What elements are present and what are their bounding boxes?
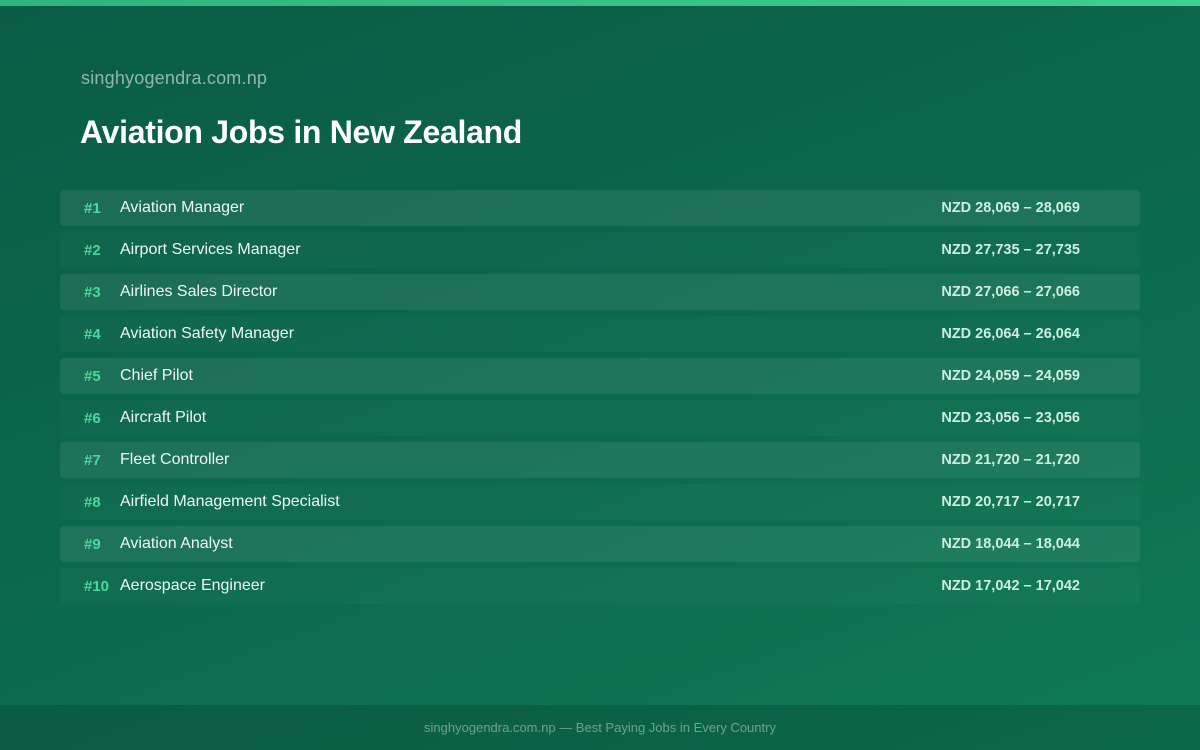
job-title: Airport Services Manager bbox=[120, 241, 301, 258]
job-salary: NZD 18,044 – 18,044 bbox=[941, 536, 1080, 552]
job-row: #9 Aviation Analyst NZD 18,044 – 18,044 bbox=[60, 526, 1140, 562]
job-row: #10 Aerospace Engineer NZD 17,042 – 17,0… bbox=[60, 568, 1140, 604]
job-rank: #2 bbox=[84, 241, 101, 259]
job-row: #3 Airlines Sales Director NZD 27,066 – … bbox=[60, 274, 1140, 310]
job-title: Aerospace Engineer bbox=[120, 577, 265, 594]
job-title: Aviation Safety Manager bbox=[120, 325, 295, 342]
job-row: #7 Fleet Controller NZD 21,720 – 21,720 bbox=[60, 442, 1140, 478]
page-title: Aviation Jobs in New Zealand bbox=[80, 114, 523, 150]
job-title: Aviation Analyst bbox=[120, 535, 233, 552]
job-title: Aviation Manager bbox=[120, 199, 245, 216]
footer-text: singhyogendra.com.np — Best Paying Jobs … bbox=[424, 720, 776, 735]
job-salary: NZD 20,717 – 20,717 bbox=[941, 494, 1080, 510]
top-accent-bar bbox=[0, 0, 1200, 6]
job-rank: #1 bbox=[84, 199, 101, 217]
job-rank: #3 bbox=[84, 283, 101, 301]
job-row: #5 Chief Pilot NZD 24,059 – 24,059 bbox=[60, 358, 1140, 394]
job-row: #8 Airfield Management Specialist NZD 20… bbox=[60, 484, 1140, 520]
job-salary: NZD 27,735 – 27,735 bbox=[941, 242, 1080, 258]
job-rank: #10 bbox=[84, 577, 110, 595]
job-title: Fleet Controller bbox=[120, 451, 230, 468]
job-title: Aircraft Pilot bbox=[120, 409, 207, 426]
job-row: #4 Aviation Safety Manager NZD 26,064 – … bbox=[60, 316, 1140, 352]
job-list: #1 Aviation Manager NZD 28,069 – 28,069 … bbox=[60, 190, 1140, 610]
job-rank: #9 bbox=[84, 535, 101, 553]
job-salary: NZD 23,056 – 23,056 bbox=[941, 410, 1080, 426]
job-salary: NZD 24,059 – 24,059 bbox=[941, 368, 1080, 384]
job-rank: #4 bbox=[84, 325, 101, 343]
site-label: singhyogendra.com.np bbox=[81, 68, 268, 88]
job-rank: #6 bbox=[84, 409, 101, 427]
job-title: Airlines Sales Director bbox=[120, 283, 278, 300]
job-salary: NZD 17,042 – 17,042 bbox=[941, 578, 1080, 594]
job-salary: NZD 27,066 – 27,066 bbox=[941, 284, 1080, 300]
job-row: #6 Aircraft Pilot NZD 23,056 – 23,056 bbox=[60, 400, 1140, 436]
job-salary: NZD 21,720 – 21,720 bbox=[941, 452, 1080, 468]
job-salary: NZD 28,069 – 28,069 bbox=[941, 200, 1080, 216]
job-rank: #5 bbox=[84, 367, 101, 385]
job-row: #1 Aviation Manager NZD 28,069 – 28,069 bbox=[60, 190, 1140, 226]
job-row: #2 Airport Services Manager NZD 27,735 –… bbox=[60, 232, 1140, 268]
job-title: Chief Pilot bbox=[120, 367, 193, 384]
job-rank: #7 bbox=[84, 451, 101, 469]
job-rank: #8 bbox=[84, 493, 101, 511]
job-salary: NZD 26,064 – 26,064 bbox=[941, 326, 1080, 342]
footer: singhyogendra.com.np — Best Paying Jobs … bbox=[0, 705, 1200, 750]
job-title: Airfield Management Specialist bbox=[120, 493, 340, 510]
